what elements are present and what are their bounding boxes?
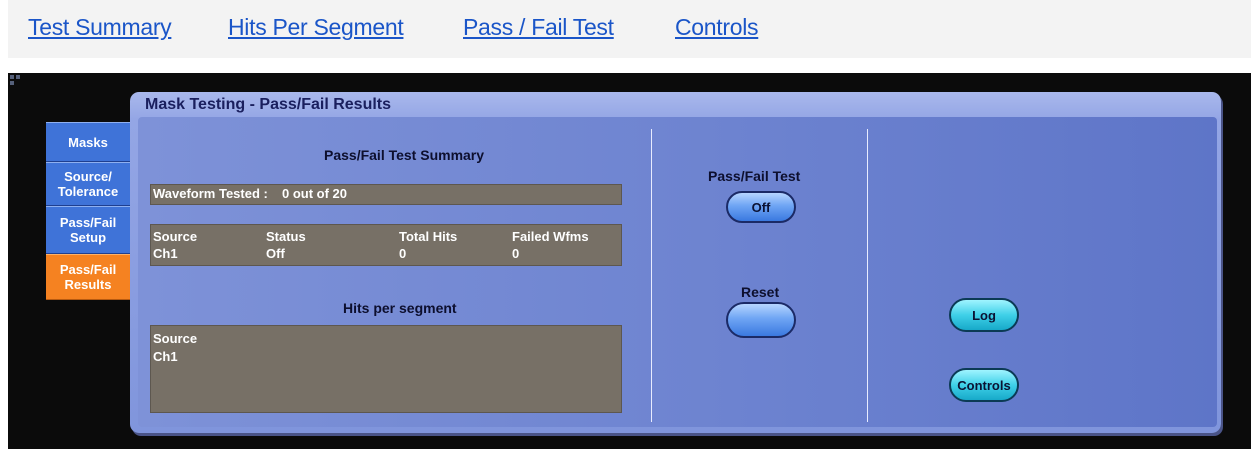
link-test-summary[interactable]: Test Summary xyxy=(28,14,172,41)
segments-table xyxy=(150,325,622,413)
column-header-status: Status xyxy=(266,229,306,244)
pass-fail-test-label: Pass/Fail Test xyxy=(708,168,801,184)
side-tab-masks-label: Masks xyxy=(68,134,108,150)
reset-label: Reset xyxy=(741,284,780,300)
side-tab-source-tolerance[interactable]: Source/ Tolerance xyxy=(46,162,130,206)
log-button-label: Log xyxy=(972,307,996,323)
cell-total-hits: 0 xyxy=(399,246,407,261)
segments-header-source: Source xyxy=(153,331,198,346)
column-header-failed-wfms: Failed Wfms xyxy=(512,229,589,244)
column-header-total-hits: Total Hits xyxy=(399,229,458,244)
pass-fail-toggle-button[interactable]: Off xyxy=(726,191,796,223)
link-hits-per-segment[interactable]: Hits Per Segment xyxy=(228,14,404,41)
divider-left xyxy=(651,129,652,422)
segments-row-source: Ch1 xyxy=(153,349,178,364)
waveform-tested-value: 0 out of 20 xyxy=(282,186,348,201)
column-header-source: Source xyxy=(153,229,198,244)
link-pass-fail-test[interactable]: Pass / Fail Test xyxy=(463,14,614,41)
side-tab-pass-fail-results-label: Pass/Fail Results xyxy=(59,262,117,292)
side-tab-pass-fail-setup-label: Pass/Fail Setup xyxy=(59,215,117,245)
side-tab-masks[interactable]: Masks xyxy=(46,122,130,162)
summary-heading: Pass/Fail Test Summary xyxy=(324,147,485,163)
controls-button[interactable]: Controls xyxy=(949,368,1019,402)
cell-status: Off xyxy=(266,246,285,261)
side-tab-pass-fail-setup[interactable]: Pass/Fail Setup xyxy=(46,206,130,254)
divider-right xyxy=(867,129,868,422)
cell-failed-wfms: 0 xyxy=(512,246,520,261)
reset-button[interactable] xyxy=(726,302,796,338)
top-navigation: Test Summary Hits Per Segment Pass / Fai… xyxy=(8,0,1251,58)
segments-heading: Hits per segment xyxy=(343,300,457,316)
link-controls[interactable]: Controls xyxy=(675,14,759,41)
waveform-tested-label: Waveform Tested : xyxy=(153,186,268,201)
side-tab-source-tolerance-label: Source/ Tolerance xyxy=(57,169,119,199)
cell-source: Ch1 xyxy=(153,246,178,261)
move-grip-icon xyxy=(10,75,20,85)
side-tab-pass-fail-results[interactable]: Pass/Fail Results xyxy=(46,254,130,300)
panel-title: Mask Testing - Pass/Fail Results xyxy=(145,96,392,113)
controls-button-label: Controls xyxy=(957,377,1011,393)
pass-fail-toggle-value: Off xyxy=(751,199,771,215)
log-button[interactable]: Log xyxy=(949,298,1019,332)
